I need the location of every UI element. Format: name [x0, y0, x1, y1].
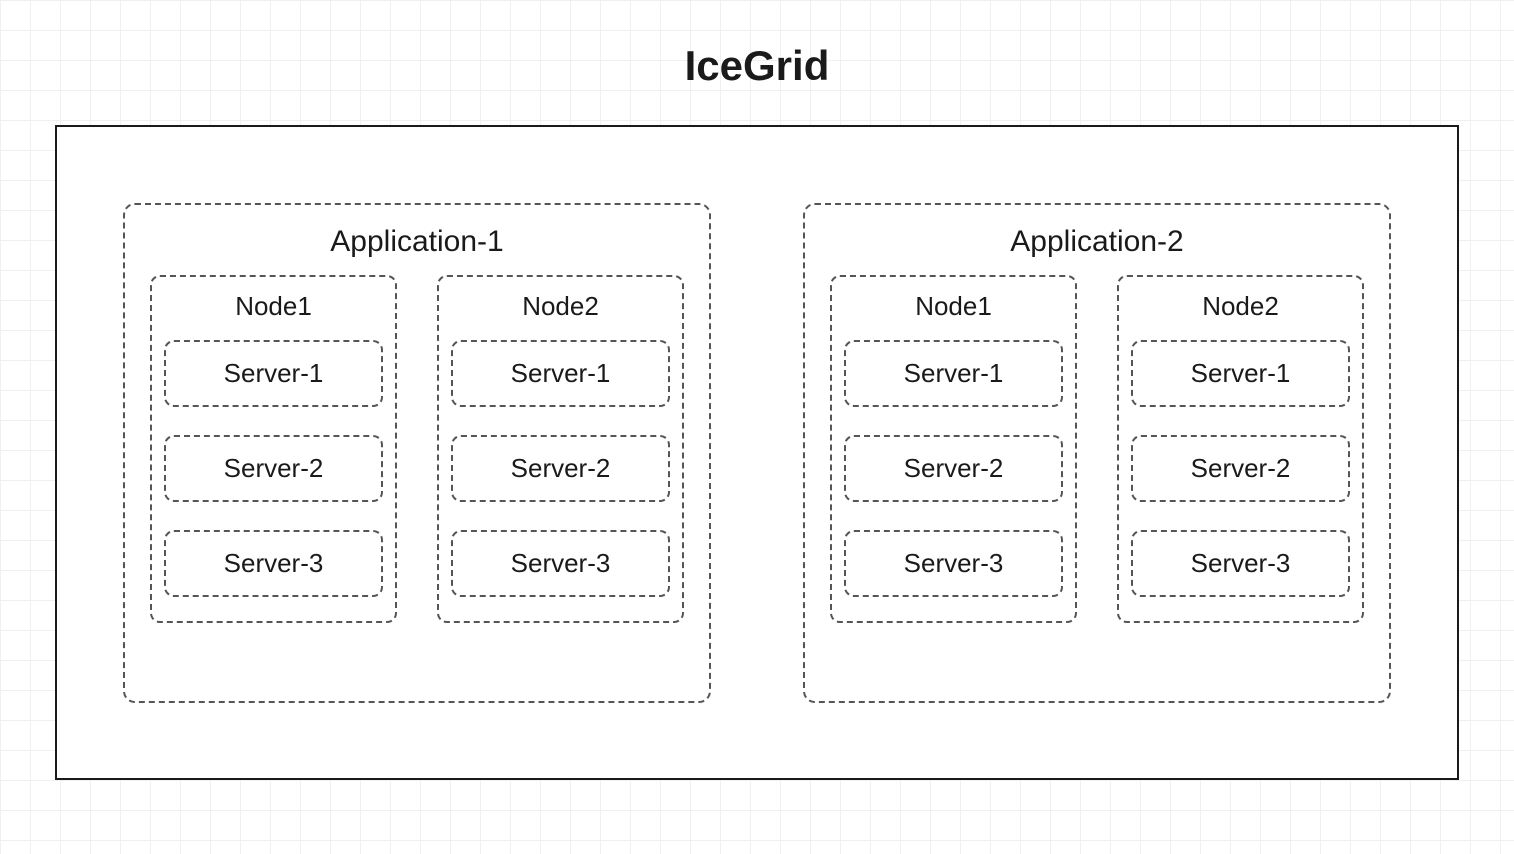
server-label: Server-2: [854, 453, 1053, 484]
application-1-node-1-server-1: Server-1: [164, 340, 383, 407]
application-1-node-2: Node2 Server-1 Server-2 Server-3: [437, 275, 684, 623]
application-2: Application-2 Node1 Server-1 Server-2 Se…: [803, 203, 1391, 703]
application-1-node-1-title: Node1: [235, 291, 312, 322]
server-label: Server-3: [1141, 548, 1340, 579]
application-2-node-1-server-2: Server-2: [844, 435, 1063, 502]
application-1-node-2-server-1: Server-1: [451, 340, 670, 407]
application-1: Application-1 Node1 Server-1 Server-2 Se…: [123, 203, 711, 703]
server-label: Server-3: [854, 548, 1053, 579]
application-2-node-2-server-3: Server-3: [1131, 530, 1350, 597]
application-1-node-1-server-2: Server-2: [164, 435, 383, 502]
application-2-node-2-title: Node2: [1202, 291, 1279, 322]
server-label: Server-2: [174, 453, 373, 484]
server-label: Server-1: [854, 358, 1053, 389]
diagram-title: IceGrid: [0, 42, 1514, 90]
application-2-node-1-server-3: Server-3: [844, 530, 1063, 597]
application-2-node-2-server-1: Server-1: [1131, 340, 1350, 407]
application-1-node-1: Node1 Server-1 Server-2 Server-3: [150, 275, 397, 623]
application-1-node-2-title: Node2: [522, 291, 599, 322]
application-2-node-1: Node1 Server-1 Server-2 Server-3: [830, 275, 1077, 623]
application-2-node-2: Node2 Server-1 Server-2 Server-3: [1117, 275, 1364, 623]
application-2-node-1-server-1: Server-1: [844, 340, 1063, 407]
server-label: Server-1: [174, 358, 373, 389]
application-1-title: Application-1: [330, 225, 503, 259]
application-1-node-2-server-3: Server-3: [451, 530, 670, 597]
application-1-node-2-server-2: Server-2: [451, 435, 670, 502]
server-label: Server-1: [461, 358, 660, 389]
application-2-title: Application-2: [1010, 225, 1183, 259]
server-label: Server-2: [1141, 453, 1340, 484]
server-label: Server-1: [1141, 358, 1340, 389]
server-label: Server-3: [461, 548, 660, 579]
application-2-nodes: Node1 Server-1 Server-2 Server-3 Node2 S…: [820, 275, 1374, 623]
application-2-node-1-title: Node1: [915, 291, 992, 322]
application-1-node-1-server-3: Server-3: [164, 530, 383, 597]
application-2-node-2-server-2: Server-2: [1131, 435, 1350, 502]
server-label: Server-3: [174, 548, 373, 579]
icegrid-container: Application-1 Node1 Server-1 Server-2 Se…: [55, 125, 1459, 780]
application-1-nodes: Node1 Server-1 Server-2 Server-3 Node2 S…: [140, 275, 694, 623]
server-label: Server-2: [461, 453, 660, 484]
